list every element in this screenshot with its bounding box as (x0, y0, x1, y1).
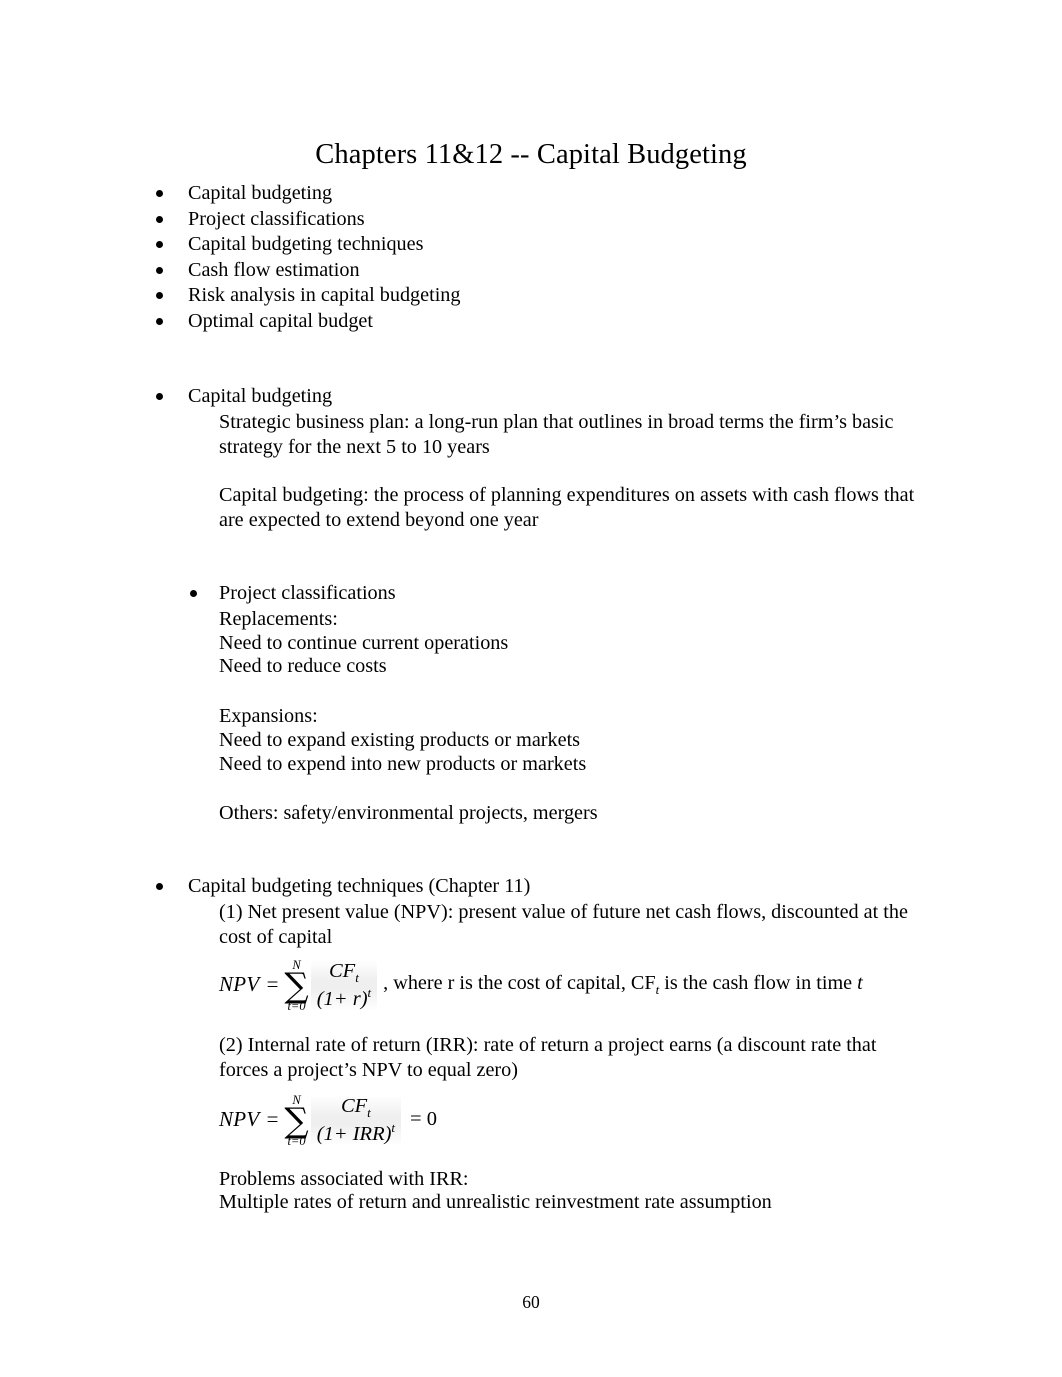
list-item: Optimal capital budget (0, 309, 1062, 335)
section-capital-budgeting: Capital budgeting (0, 384, 1062, 410)
npv-formula-lhs: NPV (219, 972, 260, 997)
list-item: Project classifications (0, 207, 1062, 233)
bullet-icon (156, 266, 163, 274)
others-classification-text: Others: safety/environmental projects, m… (219, 802, 598, 824)
document-page: Chapters 11&12 -- Capital Budgeting Capi… (0, 0, 1062, 1377)
bullet-icon (190, 590, 197, 597)
irr-formula-result: = 0 (410, 1108, 437, 1131)
irr-description-paragraph: (2) Internal rate of return (IRR): rate … (219, 1034, 877, 1081)
section-project-classifications: Project classifications (0, 581, 1062, 607)
npv-denominator: (1+ r)t (315, 985, 373, 1011)
list-item: Risk analysis in capital budgeting (0, 283, 1062, 309)
irr-fraction: CFt (1+ IRR)t (310, 1095, 402, 1146)
bullet-icon (156, 883, 163, 890)
project-classifications-heading-list: Project classifications (0, 581, 1062, 607)
capital-budgeting-heading-list: Capital budgeting (0, 384, 1062, 410)
outline-item-label: Cash flow estimation (188, 258, 360, 281)
npv-numerator: CFt (324, 960, 364, 986)
capital-budgeting-definition-paragraph: Capital budgeting: the process of planni… (219, 484, 915, 531)
npv-tail-variable: t (857, 972, 863, 995)
section-heading-capital-budgeting: Capital budgeting (188, 385, 333, 407)
npv-denominator-exponent: t (367, 985, 372, 1001)
summation-symbol: N ∑ t=0 (284, 1094, 308, 1147)
bullet-icon (156, 393, 163, 400)
list-item: Project classifications (0, 581, 1062, 607)
summation-symbol: N ∑ t=0 (284, 959, 308, 1012)
npv-description-paragraph: (1) Net present value (NPV): present val… (219, 901, 908, 948)
page-number: 60 (522, 1292, 540, 1312)
irr-numerator: CFt (336, 1095, 376, 1121)
section-heading-techniques: Capital budgeting techniques (Chapter 11… (188, 875, 531, 897)
expansions-item: Need to expend into new products or mark… (219, 753, 587, 775)
bullet-icon (156, 215, 163, 223)
irr-formula-lhs: NPV (219, 1107, 260, 1132)
outline-item-label: Risk analysis in capital budgeting (188, 284, 461, 306)
irr-problems-text: Multiple rates of return and unrealistic… (219, 1191, 772, 1213)
npv-formula-equals: = (266, 972, 279, 997)
bullet-icon (156, 317, 163, 325)
section-capital-budgeting-techniques: Capital budgeting techniques (Chapter 11… (0, 874, 1062, 900)
outline-list: Capital budgeting Project classification… (0, 181, 1062, 334)
list-item: Capital budgeting (0, 181, 1062, 207)
irr-numerator-subscript: t (367, 1105, 371, 1121)
sigma-icon: ∑ (284, 965, 309, 1006)
list-item: Capital budgeting techniques (0, 232, 1062, 258)
techniques-heading-list: Capital budgeting techniques (Chapter 11… (0, 874, 1062, 900)
npv-formula: NPV = N ∑ t=0 CFt (1+ r)t , where r is t… (219, 958, 863, 1012)
irr-denominator-text: (1+ IRR) (316, 1122, 392, 1145)
strategic-business-plan-paragraph: Strategic business plan: a long-run plan… (219, 411, 894, 458)
irr-numerator-text: CF (340, 1095, 368, 1118)
summation-lower-limit: t=0 (287, 1133, 306, 1148)
outline-item-label: Project classifications (188, 207, 365, 230)
irr-formula: NPV = N ∑ t=0 CFt (1+ IRR)t = 0 (219, 1093, 437, 1147)
irr-denominator-exponent: t (391, 1120, 396, 1136)
npv-numerator-subscript: t (355, 970, 359, 986)
bullet-icon (156, 292, 163, 299)
list-item: Cash flow estimation (0, 258, 1062, 284)
list-item: Capital budgeting techniques (Chapter 11… (0, 874, 1062, 900)
outline-list-section: Capital budgeting Project classification… (0, 181, 1062, 334)
summation-lower-limit: t=0 (287, 998, 306, 1013)
bullet-icon (156, 190, 163, 197)
replacements-item: Need to reduce costs (219, 655, 387, 677)
outline-item-label: Capital budgeting (188, 182, 333, 204)
bullet-icon (156, 241, 163, 248)
list-item: Capital budgeting (0, 384, 1062, 410)
expansions-label: Expansions: (219, 705, 318, 727)
outline-item-label: Optimal capital budget (188, 309, 373, 332)
npv-formula-tail: , where r is the cost of capital, CF t is… (383, 973, 863, 996)
section-heading-project-classifications: Project classifications (219, 582, 396, 604)
replacements-item: Need to continue current operations (219, 632, 509, 654)
npv-denominator-text: (1+ r) (316, 987, 368, 1010)
npv-fraction: CFt (1+ r)t (310, 960, 378, 1011)
outline-item-label: Capital budgeting techniques (188, 233, 424, 255)
npv-numerator-text: CF (329, 960, 356, 983)
npv-tail-text: , where r is the cost of capital, CF (383, 972, 656, 995)
irr-formula-equals: = (266, 1107, 279, 1132)
replacements-label: Replacements: (219, 608, 338, 630)
npv-tail-rest: is the cash flow in time (659, 972, 858, 995)
irr-problems-label: Problems associated with IRR: (219, 1168, 469, 1190)
page-title: Chapters 11&12 -- Capital Budgeting (315, 139, 747, 171)
expansions-item: Need to expand existing products or mark… (219, 729, 581, 751)
irr-denominator: (1+ IRR)t (315, 1120, 397, 1146)
sigma-icon: ∑ (284, 1100, 309, 1141)
